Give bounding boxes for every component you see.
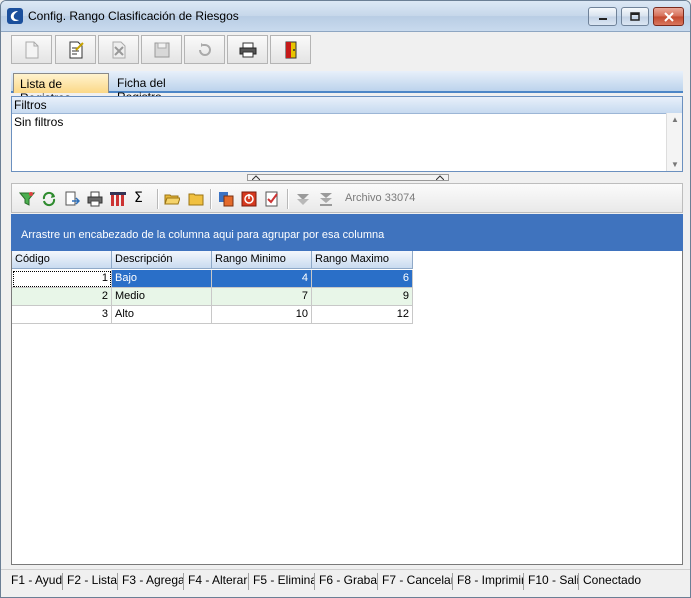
new-button[interactable] xyxy=(11,35,52,64)
column-header-descripcion[interactable]: Descripción xyxy=(112,251,212,269)
toolbar-separator xyxy=(157,189,159,209)
app-logo-icon xyxy=(7,8,23,24)
columns-icon[interactable] xyxy=(110,191,126,207)
table-row[interactable]: 3 Alto 10 12 xyxy=(12,306,413,324)
chevron-up-icon xyxy=(436,175,444,180)
scroll-up-icon[interactable]: ▲ xyxy=(671,115,679,124)
column-header-rango-minimo[interactable]: Rango Minimo xyxy=(212,251,312,269)
cell-descripcion[interactable]: Bajo xyxy=(112,270,212,288)
scroll-down-icon[interactable]: ▼ xyxy=(671,160,679,169)
undo-button[interactable] xyxy=(184,35,225,64)
folder-icon[interactable] xyxy=(188,191,204,207)
status-key-f7[interactable]: F7 - Cancelar xyxy=(380,573,453,590)
print-icon[interactable] xyxy=(87,191,103,207)
status-key-f6[interactable]: F6 - Grabar xyxy=(317,573,378,590)
cell-codigo[interactable]: 3 xyxy=(12,306,112,324)
toolbar-separator xyxy=(210,189,212,209)
cell-rango-maximo[interactable]: 9 xyxy=(312,288,413,306)
exit-door-icon xyxy=(285,41,296,58)
maximize-icon xyxy=(630,11,640,21)
filters-panel: Filtros Sin filtros ▲ ▼ xyxy=(11,96,683,172)
maximize-button[interactable] xyxy=(621,7,649,26)
cell-descripcion[interactable]: Alto xyxy=(112,306,212,324)
group-by-panel[interactable]: Arrastre un encabezado de la columna aqu… xyxy=(11,214,683,251)
archivo-label: Archivo 33074 xyxy=(345,192,416,204)
column-header-rango-maximo[interactable]: Rango Maximo xyxy=(312,251,413,269)
status-key-f1[interactable]: F1 - Ayuda xyxy=(9,573,63,590)
filters-header: Filtros xyxy=(12,97,682,113)
chevron-down-icon[interactable] xyxy=(295,191,311,207)
status-key-f8[interactable]: F8 - Imprimir xyxy=(455,573,524,590)
table-row[interactable]: 2 Medio 7 9 xyxy=(12,288,413,306)
export-icon[interactable] xyxy=(64,191,80,207)
main-window: Config. Rango Clasificación de Riesgos L… xyxy=(0,0,691,598)
cell-rango-minimo[interactable]: 10 xyxy=(212,306,312,324)
copy-records-icon[interactable] xyxy=(218,191,234,207)
checklist-icon[interactable] xyxy=(264,191,280,207)
table-row[interactable]: 1 Bajo 4 6 xyxy=(12,270,413,288)
tab-lista-de-registros[interactable]: Lista de Registros xyxy=(13,73,109,105)
cell-codigo[interactable]: 1 xyxy=(12,270,112,288)
delete-icon xyxy=(112,41,125,58)
cell-rango-maximo[interactable]: 6 xyxy=(312,270,413,288)
minimize-button[interactable] xyxy=(588,7,617,26)
edit-document-icon xyxy=(69,41,84,58)
filters-text[interactable]: Sin filtros xyxy=(12,113,682,171)
close-button[interactable] xyxy=(653,7,684,26)
delete-button[interactable] xyxy=(98,35,139,64)
cell-codigo[interactable]: 2 xyxy=(12,288,112,306)
cell-rango-minimo[interactable]: 7 xyxy=(212,288,312,306)
refresh-icon[interactable] xyxy=(41,191,57,207)
cell-rango-minimo[interactable]: 4 xyxy=(212,270,312,288)
cell-rango-maximo[interactable]: 12 xyxy=(312,306,413,324)
grid-toolbar: Σ Archivo 33074 xyxy=(11,183,683,213)
close-icon xyxy=(663,11,674,22)
connection-status: Conectado xyxy=(583,573,642,587)
filter-icon[interactable] xyxy=(19,191,35,207)
status-key-f10[interactable]: F10 - Salir xyxy=(526,573,579,590)
panel-splitter[interactable] xyxy=(11,173,683,182)
tab-strip: Lista de Registros Ficha del Registro xyxy=(11,71,683,105)
filters-scrollbar[interactable]: ▲ ▼ xyxy=(666,113,682,171)
save-icon xyxy=(154,42,169,57)
new-document-icon xyxy=(25,41,38,58)
cell-descripcion[interactable]: Medio xyxy=(112,288,212,306)
title-bar[interactable]: Config. Rango Clasificación de Riesgos xyxy=(1,1,690,32)
stop-icon[interactable] xyxy=(241,191,257,207)
status-key-f4[interactable]: F4 - Alterar xyxy=(186,573,249,590)
status-key-f3[interactable]: F3 - Agregar xyxy=(120,573,184,590)
splitter-grip[interactable] xyxy=(247,174,449,181)
undo-icon xyxy=(198,42,211,56)
double-chevron-down-icon[interactable] xyxy=(318,191,334,207)
exit-button[interactable] xyxy=(270,35,311,64)
status-bar: F1 - Ayuda F2 - Lista F3 - Agregar F4 - … xyxy=(1,569,690,591)
status-key-f2[interactable]: F2 - Lista xyxy=(65,573,118,590)
sum-icon[interactable]: Σ xyxy=(134,190,150,206)
column-header-codigo[interactable]: Código xyxy=(12,251,112,269)
open-folder-icon[interactable] xyxy=(164,191,180,207)
save-button[interactable] xyxy=(141,35,182,64)
toolbar-separator xyxy=(287,189,289,209)
minimize-icon xyxy=(598,17,607,20)
edit-button[interactable] xyxy=(55,35,96,64)
chevron-up-icon xyxy=(252,175,260,180)
print-icon xyxy=(239,42,256,57)
print-button[interactable] xyxy=(227,35,268,64)
tab-ficha-del-registro[interactable]: Ficha del Registro xyxy=(111,73,209,104)
window-title: Config. Rango Clasificación de Riesgos xyxy=(28,9,239,23)
status-key-f5[interactable]: F5 - Eliminar xyxy=(251,573,315,590)
records-grid: Código Descripción Rango Minimo Rango Ma… xyxy=(11,251,683,565)
